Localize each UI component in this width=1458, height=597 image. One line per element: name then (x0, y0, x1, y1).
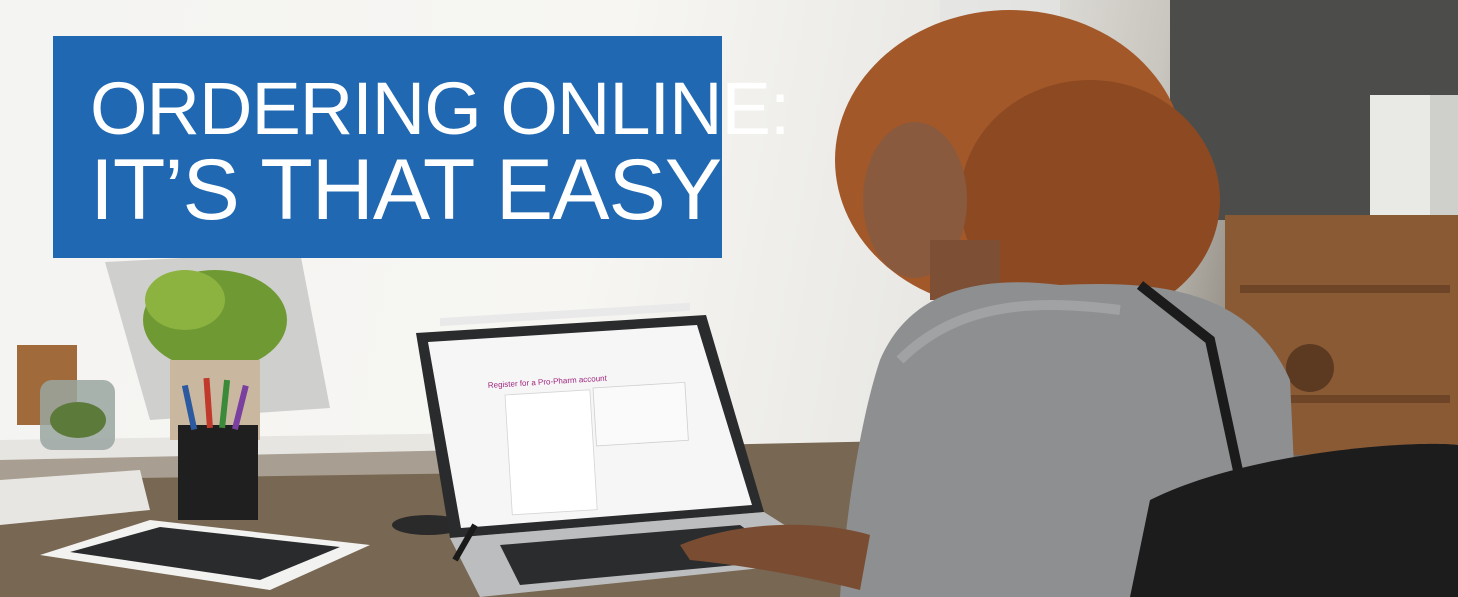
wall-shelf-item (1370, 95, 1430, 225)
plant-leaves-2 (145, 270, 225, 330)
pencil-cup (178, 425, 258, 520)
cabinet-shelf (1240, 285, 1450, 293)
wall-shelf-item-2 (1430, 95, 1458, 225)
jar-plant (50, 402, 106, 438)
headline-banner: ORDERING ONLINE: IT’S THAT EASY (53, 36, 790, 258)
screen-form-block (504, 389, 598, 516)
cabinet-jar (1286, 344, 1334, 392)
hero-image: Register for a Pro-Pharm account ORDERIN… (0, 0, 1458, 597)
headline-line-2: IT’S THAT EASY (90, 142, 722, 238)
headline-line-1: ORDERING ONLINE: (90, 67, 790, 150)
screen-info-box (592, 381, 689, 447)
